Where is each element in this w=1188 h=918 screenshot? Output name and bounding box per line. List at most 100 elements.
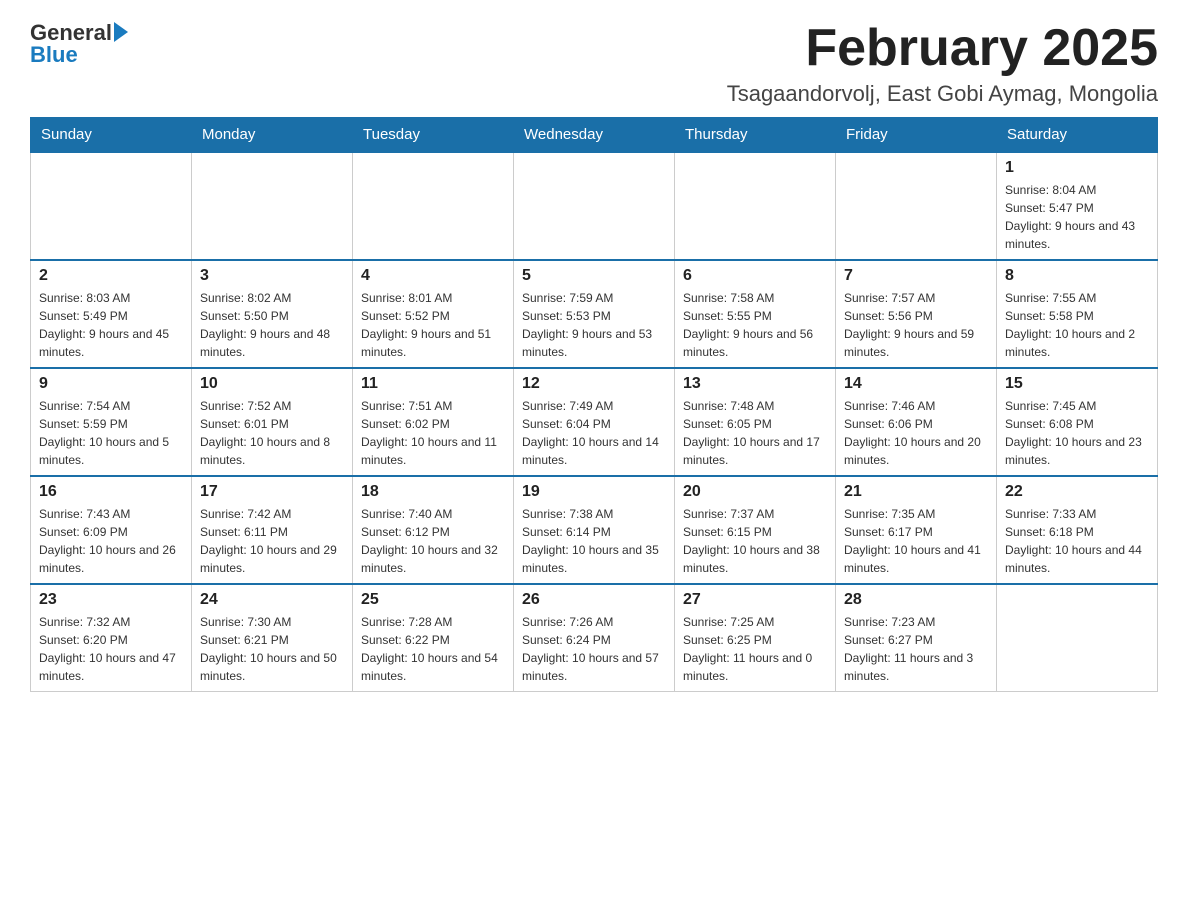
day-number: 16: [39, 483, 183, 501]
calendar-cell: 22 Sunrise: 7:33 AMSunset: 6:18 PMDayligh…: [997, 476, 1158, 584]
day-info: Sunrise: 7:23 AMSunset: 6:27 PMDaylight:…: [844, 613, 988, 685]
weekday-header-wednesday: Wednesday: [514, 118, 675, 153]
day-info: Sunrise: 7:40 AMSunset: 6:12 PMDaylight:…: [361, 505, 505, 577]
calendar-cell: 24 Sunrise: 7:30 AMSunset: 6:21 PMDayligh…: [192, 584, 353, 692]
day-number: 13: [683, 375, 827, 393]
day-info: Sunrise: 8:01 AMSunset: 5:52 PMDaylight:…: [361, 289, 505, 361]
day-number: 20: [683, 483, 827, 501]
calendar-table: SundayMondayTuesdayWednesdayThursdayFrid…: [30, 117, 1158, 692]
day-number: 12: [522, 375, 666, 393]
day-info: Sunrise: 7:57 AMSunset: 5:56 PMDaylight:…: [844, 289, 988, 361]
day-info: Sunrise: 7:35 AMSunset: 6:17 PMDaylight:…: [844, 505, 988, 577]
weekday-header-thursday: Thursday: [675, 118, 836, 153]
calendar-cell: 17Sunrise: 7:42 AMSunset: 6:11 PMDayligh…: [192, 476, 353, 584]
calendar-cell: 10Sunrise: 7:52 AMSunset: 6:01 PMDayligh…: [192, 368, 353, 476]
calendar-cell: 11 Sunrise: 7:51 AMSunset: 6:02 PMDayligh…: [353, 368, 514, 476]
day-info: Sunrise: 8:04 AMSunset: 5:47 PMDaylight:…: [1005, 181, 1149, 253]
day-number: 8: [1005, 267, 1149, 285]
day-info: Sunrise: 8:03 AMSunset: 5:49 PMDaylight:…: [39, 289, 183, 361]
day-info: Sunrise: 7:45 AMSunset: 6:08 PMDaylight:…: [1005, 397, 1149, 469]
weekday-header-row: SundayMondayTuesdayWednesdayThursdayFrid…: [31, 118, 1158, 153]
day-number: 27: [683, 591, 827, 609]
day-number: 15: [1005, 375, 1149, 393]
calendar-cell: 25 Sunrise: 7:28 AMSunset: 6:22 PMDayligh…: [353, 584, 514, 692]
calendar-cell: [675, 152, 836, 260]
calendar-cell: [192, 152, 353, 260]
calendar-cell: 5 Sunrise: 7:59 AMSunset: 5:53 PMDaylight…: [514, 260, 675, 368]
day-number: 28: [844, 591, 988, 609]
calendar-cell: 2 Sunrise: 8:03 AMSunset: 5:49 PMDaylight…: [31, 260, 192, 368]
day-number: 3: [200, 267, 344, 285]
logo-triangle-icon: [114, 22, 128, 42]
calendar-cell: 18 Sunrise: 7:40 AMSunset: 6:12 PMDayligh…: [353, 476, 514, 584]
day-info: Sunrise: 7:48 AMSunset: 6:05 PMDaylight:…: [683, 397, 827, 469]
weekday-header-monday: Monday: [192, 118, 353, 153]
calendar-cell: 16 Sunrise: 7:43 AMSunset: 6:09 PMDayligh…: [31, 476, 192, 584]
day-info: Sunrise: 7:30 AMSunset: 6:21 PMDaylight:…: [200, 613, 344, 685]
title-area: February 2025 Tsagaandorvolj, East Gobi …: [727, 20, 1158, 107]
calendar-cell: 26 Sunrise: 7:26 AMSunset: 6:24 PMDayligh…: [514, 584, 675, 692]
weekday-header-friday: Friday: [836, 118, 997, 153]
weekday-header-saturday: Saturday: [997, 118, 1158, 153]
location-title: Tsagaandorvolj, East Gobi Aymag, Mongoli…: [727, 81, 1158, 107]
day-info: Sunrise: 7:46 AMSunset: 6:06 PMDaylight:…: [844, 397, 988, 469]
day-number: 17: [200, 483, 344, 501]
day-info: Sunrise: 7:26 AMSunset: 6:24 PMDaylight:…: [522, 613, 666, 685]
week-row-2: 9 Sunrise: 7:54 AMSunset: 5:59 PMDaylight…: [31, 368, 1158, 476]
day-info: Sunrise: 7:25 AMSunset: 6:25 PMDaylight:…: [683, 613, 827, 685]
day-info: Sunrise: 7:49 AMSunset: 6:04 PMDaylight:…: [522, 397, 666, 469]
day-number: 22: [1005, 483, 1149, 501]
calendar-cell: 28 Sunrise: 7:23 AMSunset: 6:27 PMDayligh…: [836, 584, 997, 692]
calendar-cell: 20Sunrise: 7:37 AMSunset: 6:15 PMDayligh…: [675, 476, 836, 584]
day-number: 2: [39, 267, 183, 285]
day-info: Sunrise: 7:33 AMSunset: 6:18 PMDaylight:…: [1005, 505, 1149, 577]
day-info: Sunrise: 7:43 AMSunset: 6:09 PMDaylight:…: [39, 505, 183, 577]
day-info: Sunrise: 7:54 AMSunset: 5:59 PMDaylight:…: [39, 397, 183, 469]
day-number: 23: [39, 591, 183, 609]
day-info: Sunrise: 7:59 AMSunset: 5:53 PMDaylight:…: [522, 289, 666, 361]
weekday-header-tuesday: Tuesday: [353, 118, 514, 153]
calendar-cell: [514, 152, 675, 260]
day-number: 18: [361, 483, 505, 501]
day-number: 26: [522, 591, 666, 609]
day-number: 7: [844, 267, 988, 285]
day-number: 1: [1005, 159, 1149, 177]
day-info: Sunrise: 7:52 AMSunset: 6:01 PMDaylight:…: [200, 397, 344, 469]
calendar-cell: 23Sunrise: 7:32 AMSunset: 6:20 PMDayligh…: [31, 584, 192, 692]
logo-text-blue: Blue: [30, 42, 78, 68]
calendar-cell: 4Sunrise: 8:01 AMSunset: 5:52 PMDaylight…: [353, 260, 514, 368]
day-number: 6: [683, 267, 827, 285]
calendar-cell: [836, 152, 997, 260]
calendar-cell: 9 Sunrise: 7:54 AMSunset: 5:59 PMDaylight…: [31, 368, 192, 476]
calendar-cell: 6 Sunrise: 7:58 AMSunset: 5:55 PMDaylight…: [675, 260, 836, 368]
day-info: Sunrise: 7:58 AMSunset: 5:55 PMDaylight:…: [683, 289, 827, 361]
week-row-0: 1 Sunrise: 8:04 AMSunset: 5:47 PMDaylight…: [31, 152, 1158, 260]
calendar-cell: 15 Sunrise: 7:45 AMSunset: 6:08 PMDayligh…: [997, 368, 1158, 476]
logo: General Blue: [30, 20, 128, 68]
month-title: February 2025: [727, 20, 1158, 77]
calendar-cell: 14 Sunrise: 7:46 AMSunset: 6:06 PMDayligh…: [836, 368, 997, 476]
day-number: 25: [361, 591, 505, 609]
calendar-cell: [31, 152, 192, 260]
day-number: 9: [39, 375, 183, 393]
calendar-cell: 27 Sunrise: 7:25 AMSunset: 6:25 PMDayligh…: [675, 584, 836, 692]
day-number: 19: [522, 483, 666, 501]
calendar-cell: 19 Sunrise: 7:38 AMSunset: 6:14 PMDayligh…: [514, 476, 675, 584]
day-number: 5: [522, 267, 666, 285]
calendar-cell: 21 Sunrise: 7:35 AMSunset: 6:17 PMDayligh…: [836, 476, 997, 584]
week-row-4: 23Sunrise: 7:32 AMSunset: 6:20 PMDayligh…: [31, 584, 1158, 692]
day-info: Sunrise: 7:51 AMSunset: 6:02 PMDaylight:…: [361, 397, 505, 469]
day-number: 14: [844, 375, 988, 393]
day-info: Sunrise: 8:02 AMSunset: 5:50 PMDaylight:…: [200, 289, 344, 361]
calendar-cell: 7 Sunrise: 7:57 AMSunset: 5:56 PMDaylight…: [836, 260, 997, 368]
calendar-cell: 3 Sunrise: 8:02 AMSunset: 5:50 PMDaylight…: [192, 260, 353, 368]
day-number: 21: [844, 483, 988, 501]
day-info: Sunrise: 7:38 AMSunset: 6:14 PMDaylight:…: [522, 505, 666, 577]
day-info: Sunrise: 7:28 AMSunset: 6:22 PMDaylight:…: [361, 613, 505, 685]
day-number: 11: [361, 375, 505, 393]
page-header: General Blue February 2025 Tsagaandorvol…: [30, 20, 1158, 107]
calendar-cell: 13 Sunrise: 7:48 AMSunset: 6:05 PMDayligh…: [675, 368, 836, 476]
day-info: Sunrise: 7:55 AMSunset: 5:58 PMDaylight:…: [1005, 289, 1149, 361]
day-number: 24: [200, 591, 344, 609]
weekday-header-sunday: Sunday: [31, 118, 192, 153]
